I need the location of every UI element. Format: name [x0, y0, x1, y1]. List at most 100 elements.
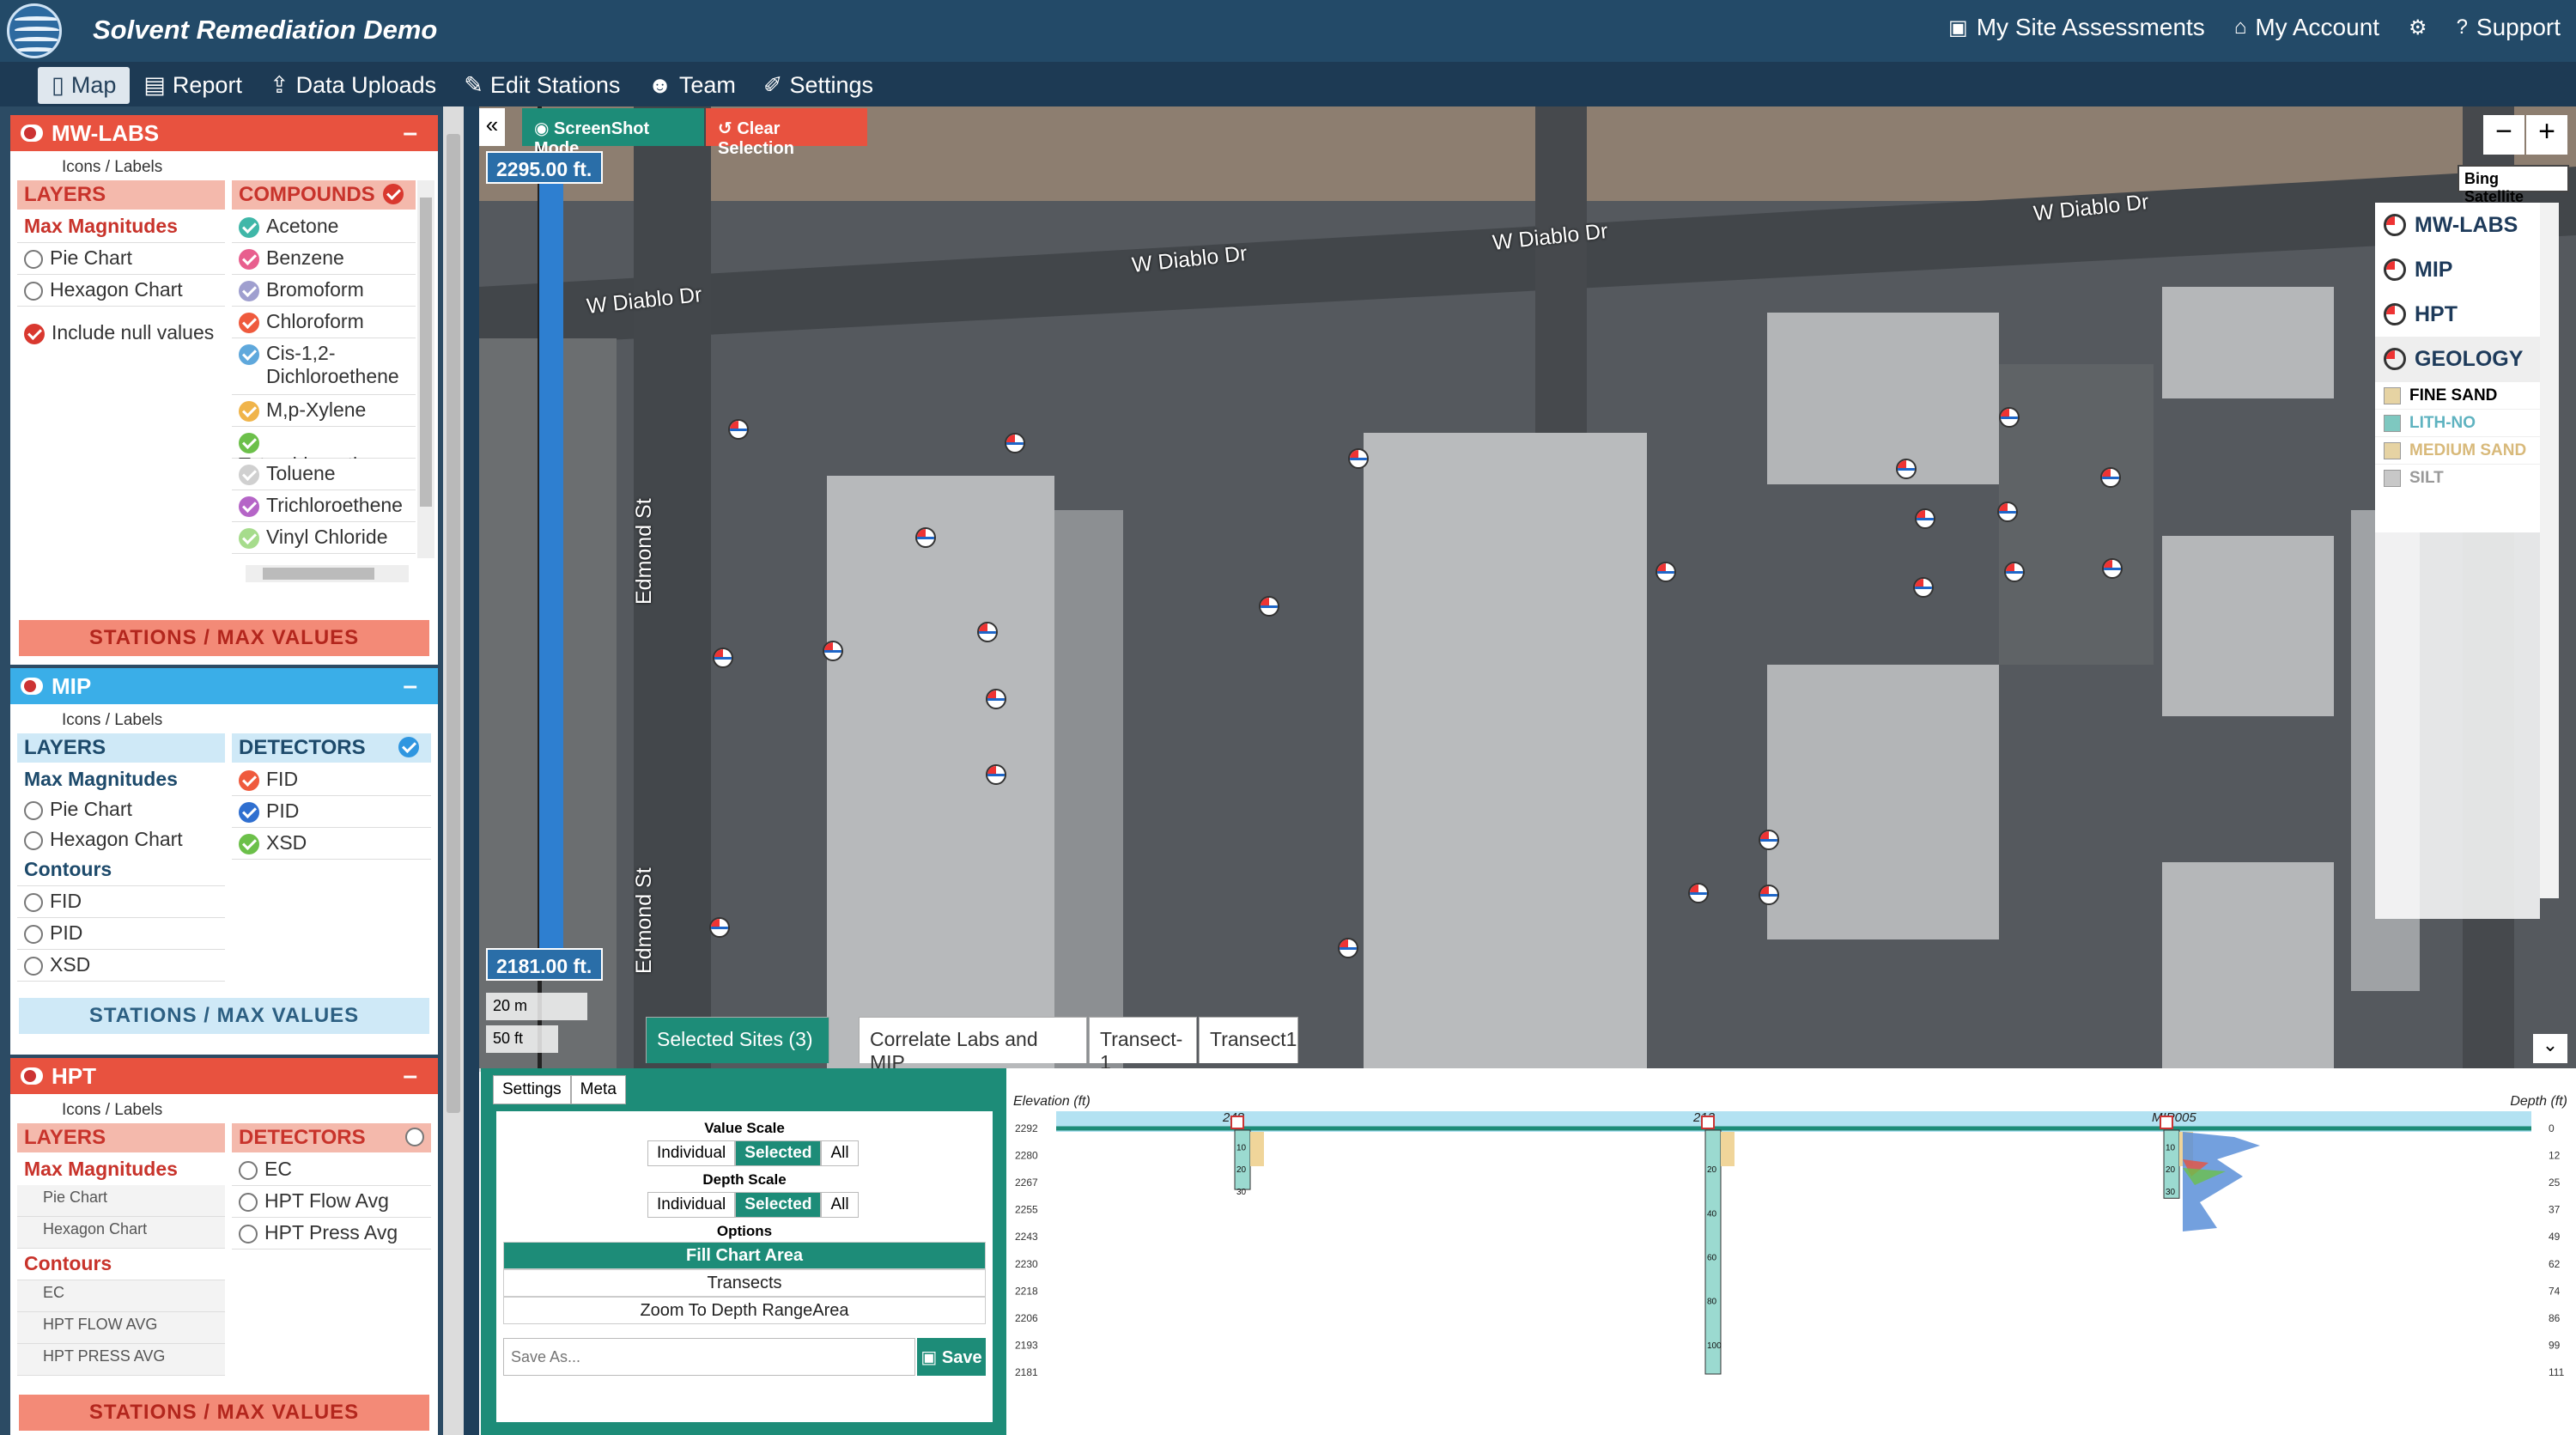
station-marker[interactable] [1656, 562, 1676, 582]
contour-hpt-press-avg[interactable]: HPT PRESS AVG [17, 1344, 225, 1376]
detector-xsd[interactable]: XSD [232, 828, 431, 860]
zoom-depth-option[interactable]: Zoom To Depth RangeArea [503, 1297, 986, 1324]
station-marker[interactable] [986, 689, 1006, 709]
app-logo[interactable] [7, 3, 62, 58]
fill-chart-area-option[interactable]: Fill Chart Area [503, 1242, 986, 1269]
station-marker[interactable] [2102, 558, 2123, 579]
compound-trichloroethene[interactable]: Trichloroethene [232, 490, 416, 522]
compound-toluene[interactable]: Toluene [232, 459, 416, 490]
station-marker[interactable] [977, 622, 998, 642]
detector-hpt-press-avg[interactable]: HPT Press Avg [232, 1218, 431, 1250]
hexagon-chart-option[interactable]: Hexagon Chart [17, 824, 225, 856]
contour-ec[interactable]: EC [17, 1280, 225, 1312]
mwlabs-stations-button[interactable]: STATIONS / MAX VALUES [19, 620, 429, 656]
tab-settings-panel[interactable]: Settings [493, 1075, 571, 1104]
compound-vinyl-chloride[interactable]: Vinyl Chloride [232, 522, 416, 554]
detector-hpt-flow-avg[interactable]: HPT Flow Avg [232, 1186, 431, 1218]
contour-hpt-flow-avg[interactable]: HPT FLOW AVG [17, 1312, 225, 1344]
menu-settings[interactable]: ✐ Settings [750, 67, 887, 104]
compound-tetrachloroethene[interactable]: Tetrachloroethen [232, 427, 416, 476]
detector-pid[interactable]: PID [232, 796, 431, 828]
detectors-header[interactable]: DETECTORS [232, 733, 431, 763]
legend-mip[interactable]: MIP [2375, 247, 2540, 292]
include-null-checkbox[interactable]: Include null values [17, 318, 225, 350]
value-individual[interactable]: Individual [647, 1140, 736, 1166]
transects-option[interactable]: Transects [503, 1269, 986, 1297]
zoom-in-button[interactable]: + [2526, 115, 2567, 155]
tab-selected-sites[interactable]: Selected Sites (3) [646, 1017, 829, 1063]
compound-cis-dichloroethene[interactable]: Cis-1,2- Dichloroethene [232, 338, 416, 395]
menu-edit-stations[interactable]: ✎ Edit Stations [450, 67, 634, 104]
station-marker[interactable] [2004, 562, 2025, 582]
legend-scrollbar[interactable] [2540, 203, 2559, 898]
value-all[interactable]: All [821, 1140, 859, 1166]
tab-meta-panel[interactable]: Meta [570, 1075, 626, 1104]
station-marker[interactable] [1348, 448, 1369, 469]
menu-data-uploads[interactable]: ⇪ Data Uploads [256, 67, 450, 104]
depth-all[interactable]: All [821, 1192, 859, 1218]
pie-chart-option[interactable]: Pie Chart [17, 1185, 225, 1217]
toggle-icon[interactable] [21, 125, 43, 142]
contour-xsd[interactable]: XSD [17, 950, 225, 982]
compound-chloroform[interactable]: Chloroform [232, 307, 416, 338]
contour-fid[interactable]: FID [17, 886, 225, 918]
hpt-header[interactable]: HPT – [10, 1058, 438, 1094]
mwlabs-header[interactable]: MW-LABS – [10, 115, 438, 151]
basemap-selector[interactable]: Bing Satellite [2458, 165, 2569, 205]
save-as-input[interactable] [503, 1338, 915, 1376]
save-button[interactable]: ▣ Save [917, 1338, 986, 1376]
compounds-scrollbar[interactable] [417, 180, 434, 558]
menu-team[interactable]: ☻ Team [634, 67, 749, 104]
station-marker[interactable] [1913, 577, 1934, 598]
mip-stations-button[interactable]: STATIONS / MAX VALUES [19, 998, 429, 1034]
station-marker[interactable] [1338, 938, 1358, 958]
tab-transect1[interactable]: Transect1 [1199, 1017, 1298, 1063]
clear-selection-button[interactable]: ↺ Clear Selection [706, 108, 867, 158]
my-site-assessments-link[interactable]: ▣ My Site Assessments [1948, 14, 2205, 41]
station-marker[interactable] [1999, 407, 2020, 428]
collapse-sidebar-button[interactable]: « [479, 108, 505, 146]
settings-gear-button[interactable]: ⚙ [2409, 14, 2427, 41]
station-marker[interactable] [709, 917, 730, 938]
menu-map[interactable]: ▯ Map [38, 67, 131, 104]
station-marker[interactable] [1688, 883, 1709, 903]
detector-ec[interactable]: EC [232, 1154, 431, 1186]
station-marker[interactable] [1759, 830, 1779, 850]
collapse-icon[interactable]: – [403, 1061, 417, 1091]
station-marker[interactable] [915, 527, 936, 548]
hexagon-chart-option[interactable]: Hexagon Chart [17, 1217, 225, 1249]
station-marker[interactable] [728, 419, 749, 440]
legend-mwlabs[interactable]: MW-LABS [2375, 203, 2540, 247]
menu-report[interactable]: ▤ Report [130, 67, 256, 104]
contour-pid[interactable]: PID [17, 918, 225, 950]
hpt-stations-button[interactable]: STATIONS / MAX VALUES [19, 1395, 429, 1431]
screenshot-mode-button[interactable]: ◉ ScreenShot Mode [522, 108, 704, 158]
my-account-link[interactable]: ⌂ My Account [2234, 14, 2379, 41]
station-marker[interactable] [1997, 502, 2018, 522]
compound-benzene[interactable]: Benzene [232, 243, 416, 275]
tab-correlate-labs-mip[interactable]: Correlate Labs and MIP [859, 1017, 1087, 1073]
legend-geology[interactable]: GEOLOGY [2375, 337, 2540, 381]
compound-bromoform[interactable]: Bromoform [232, 275, 416, 307]
station-marker[interactable] [823, 641, 843, 661]
support-link[interactable]: ? Support [2457, 14, 2561, 41]
station-marker[interactable] [986, 764, 1006, 785]
compounds-header[interactable]: COMPOUNDS [232, 180, 416, 210]
depth-selected[interactable]: Selected [735, 1192, 822, 1218]
icons-labels-toggle[interactable]: Icons / Labels [10, 151, 438, 180]
sidebar-scrollbar[interactable] [443, 106, 464, 1435]
tab-transect-1[interactable]: Transect-1 [1089, 1017, 1197, 1073]
icons-labels-toggle[interactable]: Icons / Labels [10, 1094, 438, 1123]
compound-acetone[interactable]: Acetone [232, 211, 416, 243]
toggle-icon[interactable] [21, 678, 43, 695]
station-marker[interactable] [1896, 459, 1917, 479]
legend-hpt[interactable]: HPT [2375, 292, 2540, 337]
value-selected[interactable]: Selected [735, 1140, 822, 1166]
compounds-hscrollbar[interactable] [246, 565, 409, 582]
station-marker[interactable] [1915, 508, 1935, 529]
station-marker[interactable] [1759, 885, 1779, 905]
depth-individual[interactable]: Individual [647, 1192, 736, 1218]
icons-labels-toggle[interactable]: Icons / Labels [10, 704, 438, 733]
collapse-icon[interactable]: – [403, 672, 417, 701]
satellite-map[interactable]: W Diablo Dr W Diablo Dr W Diablo Dr W Di… [479, 106, 2576, 1068]
